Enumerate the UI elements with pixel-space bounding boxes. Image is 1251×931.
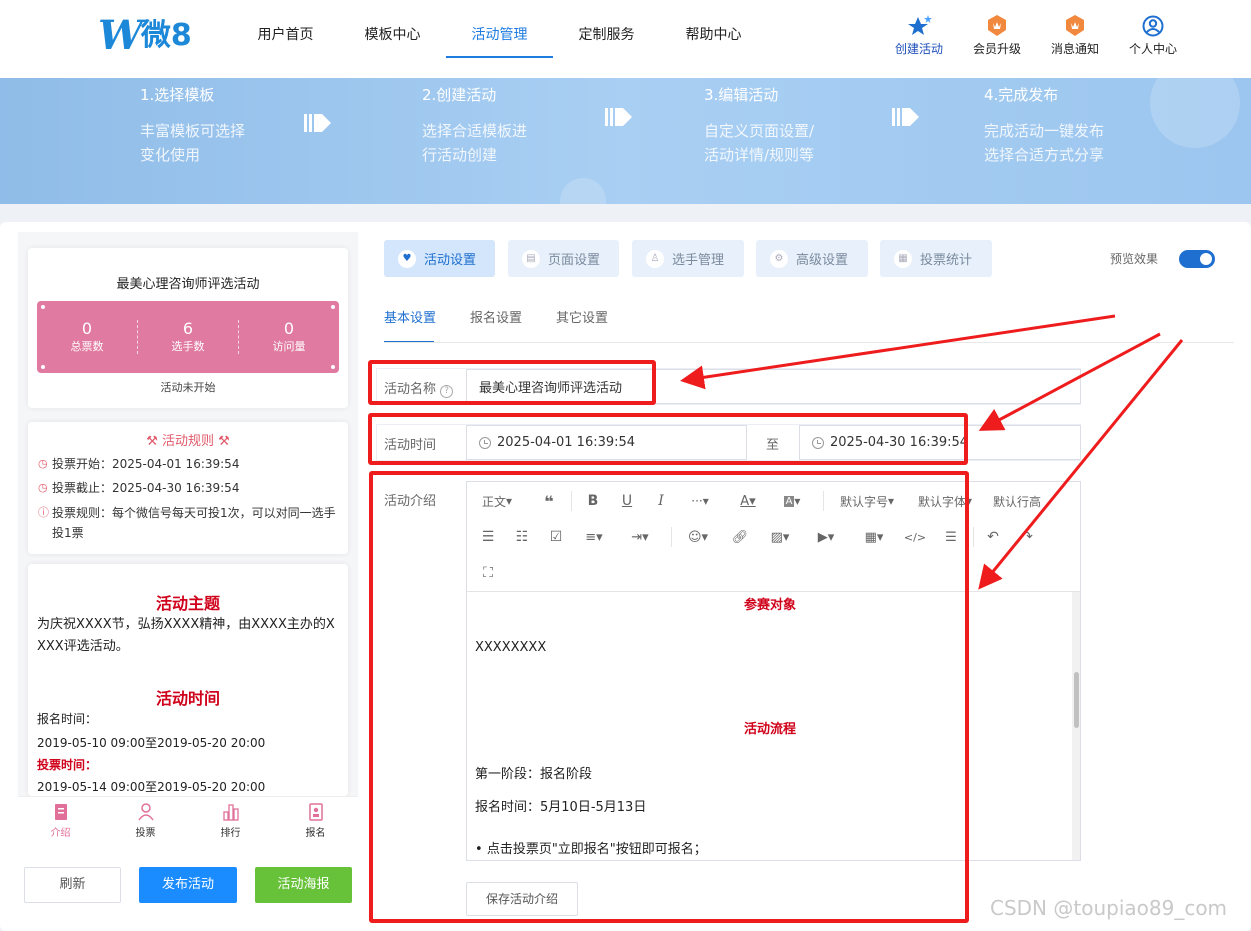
watermark: CSDN @toupiao89_com [990, 896, 1228, 920]
annotation-arrows [680, 314, 1184, 590]
